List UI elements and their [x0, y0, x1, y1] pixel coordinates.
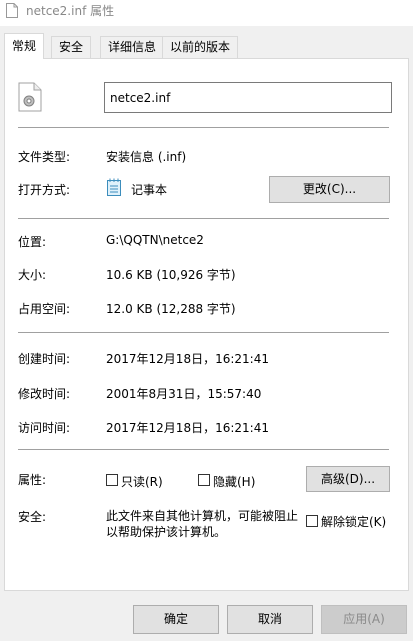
location-label: 位置: [18, 235, 47, 249]
advanced-button[interactable]: 高级(D)... [306, 466, 390, 492]
divider [18, 218, 389, 219]
filename-field[interactable] [104, 82, 392, 113]
opens-with-value: 记事本 [131, 183, 168, 197]
created-label: 创建时间: [18, 352, 71, 366]
tab-general[interactable]: 常规 [4, 33, 45, 59]
readonly-checkbox[interactable] [106, 474, 118, 486]
accessed-label: 访问时间: [18, 421, 71, 435]
change-button[interactable]: 更改(C)... [269, 176, 390, 203]
hidden-checkbox[interactable] [198, 474, 210, 486]
security-text-line2: 以帮助保护该计算机。 [106, 525, 227, 539]
opens-with-label: 打开方式: [18, 183, 71, 197]
attributes-label: 属性: [18, 473, 47, 487]
accessed-value: 2017年12月18日，16:21:41 [106, 421, 269, 435]
size-on-disk-value: 12.0 KB (12,288 字节) [106, 302, 236, 316]
divider [18, 332, 389, 333]
divider [18, 449, 389, 450]
file-icon [6, 3, 18, 18]
divider [18, 127, 389, 128]
window-title: netce2.inf 属性 [26, 4, 115, 18]
tab-previous-versions[interactable]: 以前的版本 [162, 36, 239, 58]
hidden-label[interactable]: 隐藏(H) [213, 473, 255, 490]
modified-label: 修改时间: [18, 387, 71, 401]
unblock-checkbox[interactable] [306, 515, 318, 527]
modified-value: 2001年8月31日，15:57:40 [106, 387, 262, 401]
apply-button[interactable]: 应用(A) [321, 605, 407, 634]
file-type-value: 安装信息 (.inf) [106, 150, 187, 164]
size-label: 大小: [18, 268, 47, 282]
security-label: 安全: [18, 510, 47, 524]
title-bar: netce2.inf 属性 [0, 0, 413, 26]
file-settings-icon [18, 82, 42, 112]
size-on-disk-label: 占用空间: [18, 302, 71, 316]
created-value: 2017年12月18日，16:21:41 [106, 352, 269, 366]
readonly-label[interactable]: 只读(R) [121, 473, 163, 490]
cancel-button[interactable]: 取消 [227, 605, 313, 634]
file-type-label: 文件类型: [18, 150, 71, 164]
notepad-icon [107, 178, 121, 196]
tab-security[interactable]: 安全 [51, 36, 92, 58]
size-value: 10.6 KB (10,926 字节) [106, 268, 236, 282]
tab-details[interactable]: 详细信息 [100, 36, 165, 58]
unblock-label[interactable]: 解除锁定(K) [321, 513, 386, 530]
location-value: G:\QQTN\netce2 [106, 233, 204, 247]
ok-button[interactable]: 确定 [133, 605, 219, 634]
security-text-line1: 此文件来自其他计算机，可能被阻止 [106, 509, 299, 523]
